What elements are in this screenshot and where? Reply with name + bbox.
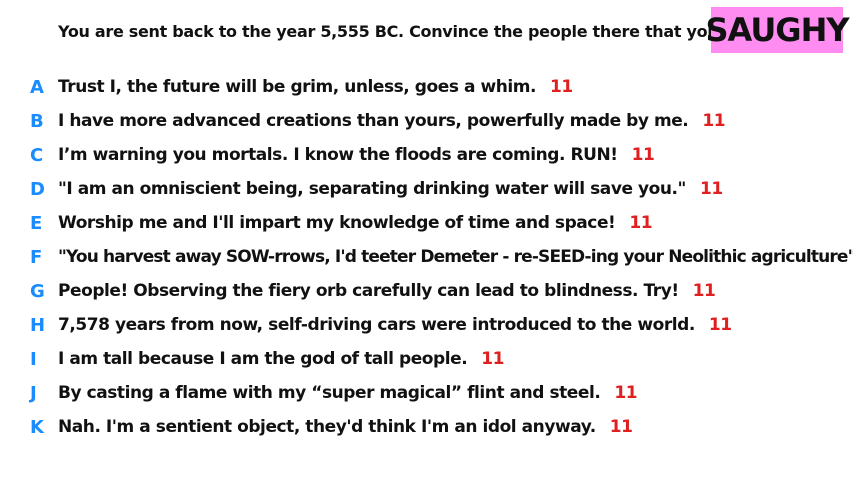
answer-score: 11 [702, 111, 726, 131]
answer-letter: C [30, 144, 44, 166]
answer-text: Worship me and I'll impart my knowledge … [58, 213, 616, 233]
answer-score: 11 [609, 417, 633, 437]
answer-letter: H [30, 314, 46, 336]
answer-letter: G [30, 280, 45, 302]
answer-letter: B [30, 110, 44, 132]
answer-score: 11 [629, 213, 653, 233]
answer-text: By casting a flame with my “super magica… [58, 383, 601, 403]
answer-score: 11 [692, 281, 716, 301]
answer-text: "You harvest away SOW-rrows, I'd teeter … [58, 247, 853, 267]
answer-letter: J [30, 382, 37, 404]
answer-score: 11 [631, 145, 655, 165]
answer-letter: D [30, 178, 45, 200]
answer-score: 11 [481, 349, 504, 369]
answer-letter: A [30, 76, 44, 98]
answer-text: I am tall because I am the god of tall p… [58, 349, 468, 369]
player-name-badge: SAUGHY [705, 7, 850, 53]
answer-letter: K [30, 416, 44, 438]
answer-letter: E [30, 212, 43, 234]
answer-text: "I am an omniscient being, separating dr… [58, 179, 686, 199]
answer-text: 7,578 years from now, self-driving cars … [58, 315, 695, 335]
answer-text: People! Observing the fiery orb carefull… [58, 281, 679, 301]
answer-score: 11 [614, 383, 638, 403]
answer-text: Nah. I'm a sentient object, they'd think… [58, 417, 596, 437]
answer-score: 11 [699, 179, 723, 199]
question-prompt: You are sent back to the year 5,555 BC. … [58, 22, 801, 41]
answer-letter: F [30, 246, 43, 268]
answer-letter: I [30, 348, 37, 370]
answer-score: 11 [550, 77, 573, 97]
answer-text: Trust I, the future will be grim, unless… [58, 77, 536, 97]
answer-text: I’m warning you mortals. I know the floo… [58, 145, 618, 165]
answer-score: 11 [708, 315, 732, 335]
answer-text: I have more advanced creations than your… [58, 111, 689, 131]
